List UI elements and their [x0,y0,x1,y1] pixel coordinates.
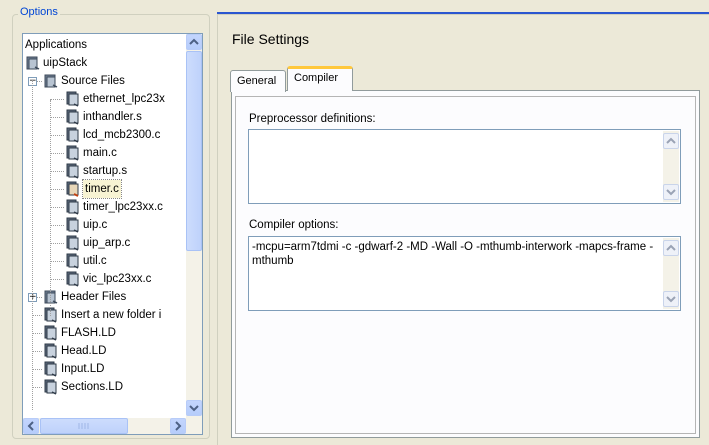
tree-item[interactable]: uip.c [23,216,187,234]
tree-item[interactable]: uip_arp.c [23,234,187,252]
project-folder-icon [25,55,40,70]
source-file-icon [65,91,79,107]
scroll-down-arrow-icon[interactable] [186,400,202,416]
tree-connector [50,153,64,154]
source-file-icon [65,271,79,287]
source-file-icon [65,235,79,251]
source-file-icon [65,127,79,143]
tree-connector [50,225,64,226]
tree-item[interactable]: FLASH.LD [23,324,187,342]
options-legend: Options [18,6,60,18]
source-file-icon [65,163,79,179]
tree-trunk [32,80,33,410]
source-file-icon [65,181,79,197]
project-folder-icon [43,73,58,88]
tree-item-label: util.c [83,255,107,267]
scroll-right-arrow-icon[interactable] [170,418,186,434]
tree-connector [50,207,64,208]
tree-item-label: timer_lpc23xx.c [83,201,163,213]
compiler-options-value: -mcpu=arm7tdmi -c -gdwarf-2 -MD -Wall -O… [252,241,654,267]
tree-vscroll-thumb[interactable] [186,51,202,251]
tree-connector [50,171,64,172]
tree-item-label: ethernet_lpc23x [83,93,165,105]
tree-item[interactable]: lcd_mcb2300.c [23,126,187,144]
tree-connector [50,117,64,118]
tree-item-label: Source Files [61,75,125,87]
tree-item-label: Head.LD [61,345,107,357]
source-file-icon [65,145,79,161]
source-file-icon [65,109,79,125]
tree-horizontal-scrollbar[interactable] [23,418,202,434]
tree-connector [32,315,42,316]
tree-item[interactable]: inthandler.s [23,108,187,126]
tree-item[interactable]: vic_lpc23xx.c [23,270,187,288]
tree-item-label: FLASH.LD [61,327,116,339]
compiler-options-field[interactable]: -mcpu=arm7tdmi -c -gdwarf-2 -MD -Wall -O… [248,236,681,311]
tree-item-label: Applications [25,39,88,51]
tree-item-label: Insert a new folder i [61,309,162,321]
source-file-icon [65,199,79,215]
tree-item[interactable]: ethernet_lpc23x [23,90,187,108]
tree-item[interactable]: uipStack [23,54,187,72]
tree-item[interactable]: timer_lpc23xx.c [23,198,187,216]
tab-general[interactable]: General [230,70,286,92]
tree-item-label: Header Files [61,291,127,303]
scroll-left-arrow-icon[interactable] [23,418,39,434]
project-tree[interactable]: Applications uipStack − Source Files etherne… [22,33,203,435]
tree-connector [32,351,42,352]
tree-item-label: uipStack [43,57,88,69]
tree-connector [32,369,42,370]
tree-connector [32,333,42,334]
compiler-options-scrollbar[interactable] [663,238,679,309]
scroll-up-arrow-icon[interactable] [186,34,202,50]
scroll-down-arrow-icon[interactable] [663,291,679,307]
tree-item-label: vic_lpc23xx.c [83,273,152,285]
scroll-up-arrow-icon[interactable] [663,133,679,149]
tree-hscroll-thumb[interactable] [40,418,128,434]
preprocessor-label: Preprocessor definitions: [249,113,376,125]
tree-connector [50,189,64,190]
tree-item-label: Sections.LD [61,381,124,393]
tree-item[interactable]: main.c [23,144,187,162]
tree-item-label: main.c [83,147,117,159]
panel-title: File Settings [232,31,310,47]
scroll-down-arrow-icon[interactable] [663,184,679,200]
tree-item[interactable]: Input.LD [23,360,187,378]
tab-compiler[interactable]: Compiler [287,66,353,91]
tree-item-label: uip.c [83,219,108,231]
source-file-icon [43,361,57,377]
tree-connector [32,387,42,388]
preprocessor-field[interactable] [248,129,681,204]
tree-item-label: lcd_mcb2300.c [83,129,161,141]
tree-item-label: inthandler.s [83,111,142,123]
tree-item[interactable]: util.c [23,252,187,270]
tree-item[interactable]: timer.c [23,179,187,199]
tree-item-label: uip_arp.c [83,237,131,249]
scroll-up-arrow-icon[interactable] [663,240,679,256]
tree-item[interactable]: Insert a new folder i [23,306,187,324]
source-file-icon [43,379,57,395]
source-file-icon [65,253,79,269]
tree-vertical-scrollbar[interactable] [186,34,202,418]
tree-item-label: Input.LD [61,363,105,375]
tree-connector [50,261,64,262]
preprocessor-scrollbar[interactable] [663,131,679,202]
tree-item[interactable]: startup.s [23,162,187,180]
source-file-icon [65,217,79,233]
tree-connector [50,99,64,100]
tree-item-label: startup.s [83,165,128,177]
source-file-icon [43,343,57,359]
tree-item[interactable]: Head.LD [23,342,187,360]
tree-trunk [50,100,51,316]
tree-connector [50,279,64,280]
tree-item-label: timer.c [82,179,122,199]
tree-item[interactable]: Applications [23,36,187,54]
compiler-options-label: Compiler options: [249,219,339,231]
tree-item[interactable]: + Header Files [23,288,187,306]
tree-item[interactable]: Sections.LD [23,378,187,396]
tree-connector [50,135,64,136]
tree-item[interactable]: − Source Files [23,72,187,90]
source-file-icon [43,325,57,341]
tree-connector [50,243,64,244]
